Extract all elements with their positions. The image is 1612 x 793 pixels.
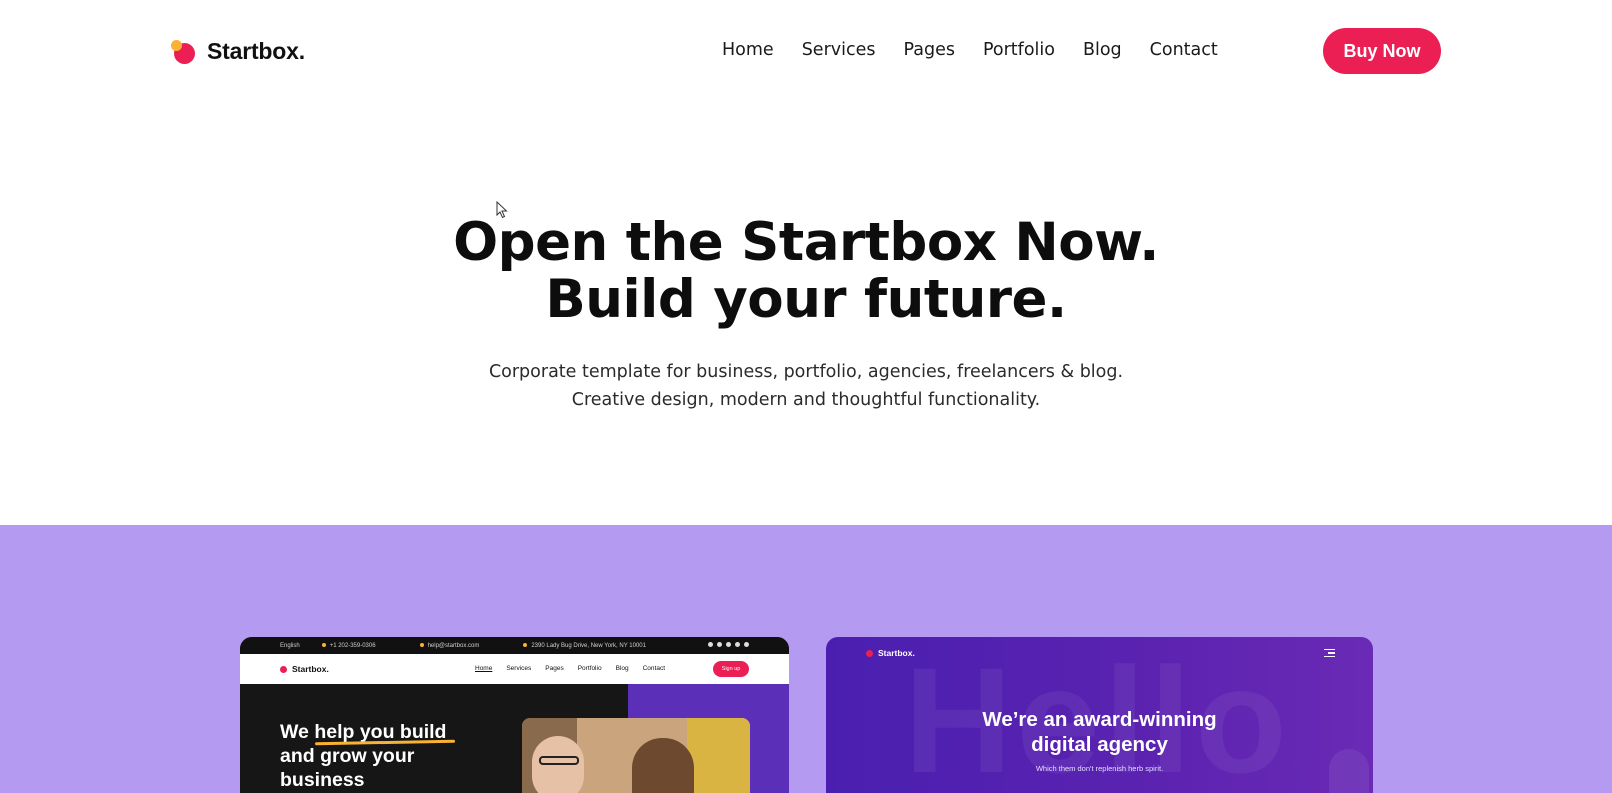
preview1-navbar: Startbox. Home Services Pages Portfolio … <box>240 654 789 684</box>
main-nav: Home Services Pages Portfolio Blog Conta… <box>722 40 1246 60</box>
medium-icon <box>744 642 749 647</box>
preview1-hero: We help you build and grow your business <box>240 684 789 793</box>
mouse-cursor-icon <box>496 201 508 219</box>
brand-name: Startbox. <box>207 38 305 64</box>
preview1-menu-pages: Pages <box>545 665 564 672</box>
nav-contact[interactable]: Contact <box>1150 40 1218 60</box>
hero-subtitle-line-2: Creative design, modern and thoughtful f… <box>571 390 1041 410</box>
hero-subtitle: Corporate template for business, portfol… <box>0 358 1612 414</box>
preview2-logo: Startbox. <box>866 648 915 658</box>
preview1-email: help@startbox.com <box>419 642 502 649</box>
preview1-logo: Startbox. <box>280 664 329 674</box>
demo-preview-card-1[interactable]: English +1 202-359-0306 help@startbox.co… <box>240 637 789 793</box>
demo-showcase-band: English +1 202-359-0306 help@startbox.co… <box>0 525 1612 793</box>
preview1-menu-services: Services <box>506 665 532 672</box>
site-header: Startbox. Home Services Pages Portfolio … <box>0 0 1612 104</box>
preview1-menu-contact: Contact <box>642 665 665 672</box>
preview1-menu-home: Home <box>475 665 493 672</box>
preview1-topbar: English +1 202-359-0306 help@startbox.co… <box>240 637 789 654</box>
preview1-address: 2390 Lady Bug Drive, New York, NY 10001 <box>523 643 668 649</box>
hamburger-menu-icon <box>1324 649 1335 658</box>
preview1-social-icons <box>704 642 749 647</box>
hero-title: Open the Startbox Now. Build your future… <box>0 214 1612 328</box>
logo-mark-icon <box>866 649 873 657</box>
location-icon <box>523 642 528 647</box>
preview1-phone: +1 202-359-0306 <box>321 642 398 649</box>
buy-now-button[interactable]: Buy Now <box>1323 28 1441 74</box>
preview1-menu: Home Services Pages Portfolio Blog Conta… <box>475 665 679 672</box>
brand-logo[interactable]: Startbox. <box>171 38 305 65</box>
demo-preview-card-2[interactable]: Hello Startbox. We’re an award-winning d… <box>826 637 1373 793</box>
preview1-language: English <box>280 642 300 649</box>
youtube-icon <box>717 642 722 647</box>
logo-mark-icon <box>280 665 287 673</box>
preview1-menu-blog: Blog <box>615 665 629 672</box>
facebook-icon <box>708 642 713 647</box>
nav-pages[interactable]: Pages <box>903 40 954 60</box>
nav-services[interactable]: Services <box>802 40 876 60</box>
preview1-menu-portfolio: Portfolio <box>577 665 602 672</box>
nav-portfolio[interactable]: Portfolio <box>983 40 1055 60</box>
preview2-headline: We’re an award-winning digital agency <box>982 708 1217 756</box>
instagram-icon <box>735 642 740 647</box>
hero-title-line-2: Build your future. <box>545 269 1067 330</box>
preview1-headline: We help you build and grow your business <box>280 721 447 791</box>
hero-title-line-1: Open the Startbox Now. <box>453 212 1159 273</box>
preview2-subtitle: Which them don't replenish herb spirit. <box>1035 764 1164 773</box>
logo-mark-icon <box>171 39 195 64</box>
preview1-signup-button: Sign up <box>713 661 749 677</box>
preview2-plant-decoration <box>1329 749 1369 793</box>
hero-subtitle-line-1: Corporate template for business, portfol… <box>488 362 1124 382</box>
phone-icon <box>321 642 326 647</box>
preview1-hero-photo <box>522 718 750 793</box>
mail-icon <box>419 642 424 647</box>
nav-blog[interactable]: Blog <box>1083 40 1122 60</box>
nav-home[interactable]: Home <box>722 40 774 60</box>
twitter-icon <box>726 642 731 647</box>
